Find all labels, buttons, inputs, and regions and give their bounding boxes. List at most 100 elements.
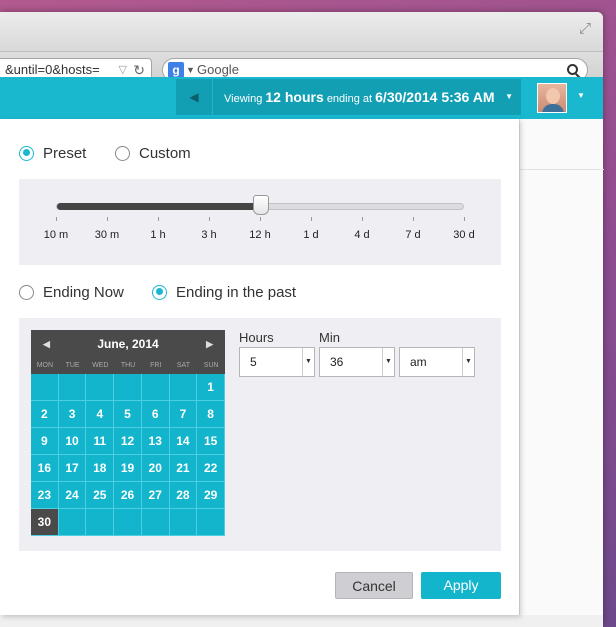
slider-tick-label[interactable]: 12 h [240, 229, 280, 241]
calendar-empty-cell [114, 374, 142, 401]
slider-thumb[interactable] [253, 195, 269, 215]
calendar-day[interactable]: 16 [31, 455, 59, 482]
chevron-down-icon: ▼ [382, 348, 394, 376]
calendar-day[interactable]: 30 [31, 509, 59, 536]
avatar[interactable] [537, 83, 567, 113]
radio-custom-label: Custom [139, 144, 191, 162]
slider-tick [107, 217, 108, 221]
radio-ending-now[interactable]: Ending Now [19, 282, 124, 302]
radio-button-icon [152, 284, 167, 300]
slider-tick [311, 217, 312, 221]
slider-tick-label[interactable]: 30 d [444, 229, 484, 241]
calendar-day[interactable]: 3 [58, 401, 87, 428]
slider-tick-label[interactable]: 1 h [138, 229, 178, 241]
calendar-day[interactable]: 20 [141, 455, 170, 482]
calendar-day[interactable]: 7 [169, 401, 198, 428]
slider-tick-label[interactable]: 10 m [36, 229, 76, 241]
calendar-empty-cell [197, 509, 225, 536]
calendar-empty-cell [58, 374, 87, 401]
time-range-panel: Preset Custom 10 m 30 m 1 h 3 h 12 h 1 d 4 d 7 … [0, 119, 519, 615]
calendar-weekday-row: MON TUE WED THU FRI SAT SUN [31, 358, 225, 374]
time-range-dropdown[interactable]: Viewing 12 hours ending at 6/30/2014 5:3… [213, 79, 521, 115]
radio-button-icon [19, 284, 34, 300]
calendar-day[interactable]: 10 [58, 428, 87, 455]
weekday-label: THU [120, 362, 136, 369]
radio-ending-in-past[interactable]: Ending in the past [152, 282, 296, 302]
slider-tick [56, 217, 57, 221]
google-icon[interactable]: g [168, 62, 184, 78]
radio-custom[interactable]: Custom [115, 143, 191, 163]
radio-ending-in-past-label: Ending in the past [176, 283, 297, 301]
calendar-day[interactable]: 18 [86, 455, 115, 482]
fullscreen-icon[interactable]: ⤢ [577, 21, 593, 37]
calendar-day[interactable]: 29 [197, 482, 225, 509]
calendar-day[interactable]: 1 [197, 374, 225, 401]
minutes-select[interactable]: 36 ▼ [319, 347, 395, 377]
calendar-day[interactable]: 12 [114, 428, 142, 455]
calendar-day[interactable]: 4 [86, 401, 115, 428]
slider-tick-label[interactable]: 30 m [87, 229, 127, 241]
calendar-header: ◀ June, 2014 ▶ [31, 330, 225, 358]
viewing-prefix: Viewing [224, 93, 263, 105]
calendar-day[interactable]: 26 [114, 482, 142, 509]
radio-button-icon [19, 145, 34, 161]
chevron-down-icon: ▼ [505, 92, 513, 101]
radio-preset[interactable]: Preset [19, 143, 86, 163]
user-menu-chevron-down-icon[interactable]: ▼ [577, 91, 585, 100]
viewing-mid: ending at [326, 93, 373, 105]
calendar-day[interactable]: 28 [169, 482, 198, 509]
calendar-empty-cell [86, 374, 115, 401]
slider-tick-label[interactable]: 1 d [291, 229, 331, 241]
calendar-day[interactable]: 27 [141, 482, 170, 509]
radio-preset-label: Preset [43, 144, 87, 162]
weekday-label: FRI [150, 362, 162, 369]
calendar-day[interactable]: 13 [141, 428, 170, 455]
calendar-next-month-icon[interactable]: ▶ [206, 330, 213, 358]
calendar-day[interactable]: 19 [114, 455, 142, 482]
slider-tick-label[interactable]: 3 h [189, 229, 229, 241]
min-label: Min [319, 330, 340, 345]
hours-value: 5 [250, 355, 257, 369]
calendar-day[interactable]: 23 [31, 482, 59, 509]
calendar-day[interactable]: 15 [197, 428, 225, 455]
calendar-month-label: June, 2014 [97, 337, 159, 351]
slider-tick-label[interactable]: 7 d [393, 229, 433, 241]
slider-tick [209, 217, 210, 221]
hours-label: Hours [239, 330, 274, 345]
radio-button-icon [115, 145, 130, 161]
slider-tick-label[interactable]: 4 d [342, 229, 382, 241]
calendar-day[interactable]: 5 [114, 401, 142, 428]
calendar-empty-cell [141, 509, 170, 536]
cancel-button[interactable]: Cancel [335, 572, 413, 599]
calendar-day[interactable]: 2 [31, 401, 59, 428]
calendar-empty-cell [31, 374, 59, 401]
ampm-select[interactable]: am ▼ [399, 347, 475, 377]
chevron-down-icon: ▼ [462, 348, 474, 376]
previous-range-button[interactable]: ◀ [176, 79, 212, 115]
search-icon[interactable] [567, 64, 578, 75]
calendar-day[interactable]: 25 [86, 482, 115, 509]
calendar-day[interactable]: 8 [197, 401, 225, 428]
calendar-day[interactable]: 6 [141, 401, 170, 428]
calendar-day[interactable]: 21 [169, 455, 198, 482]
calendar-day[interactable]: 9 [31, 428, 59, 455]
chevron-down-icon: ▼ [302, 348, 314, 376]
apply-button[interactable]: Apply [421, 572, 501, 599]
slider-tick [413, 217, 414, 221]
calendar-empty-cell [169, 509, 198, 536]
calendar-prev-month-icon[interactable]: ◀ [43, 330, 50, 358]
date-time-picker: ◀ June, 2014 ▶ MON TUE WED THU FRI SAT SUN 123… [19, 318, 501, 551]
calendar-empty-cell [114, 509, 142, 536]
slider-tick [362, 217, 363, 221]
title-bar: ⤢ [0, 12, 603, 52]
weekday-label: WED [92, 362, 109, 369]
chevron-left-icon: ◀ [189, 90, 199, 104]
hours-select[interactable]: 5 ▼ [239, 347, 315, 377]
calendar-day[interactable]: 24 [58, 482, 87, 509]
slider-tick [260, 217, 261, 221]
calendar-day[interactable]: 11 [86, 428, 115, 455]
calendar-day-grid: 1 2 3 4 5 6 7 8 9 10 11 12 13 14 15 16 17 18 19 20 21 22 23 24 2… [31, 374, 225, 536]
calendar-day[interactable]: 17 [58, 455, 87, 482]
calendar-day[interactable]: 14 [169, 428, 198, 455]
calendar-day[interactable]: 22 [197, 455, 225, 482]
